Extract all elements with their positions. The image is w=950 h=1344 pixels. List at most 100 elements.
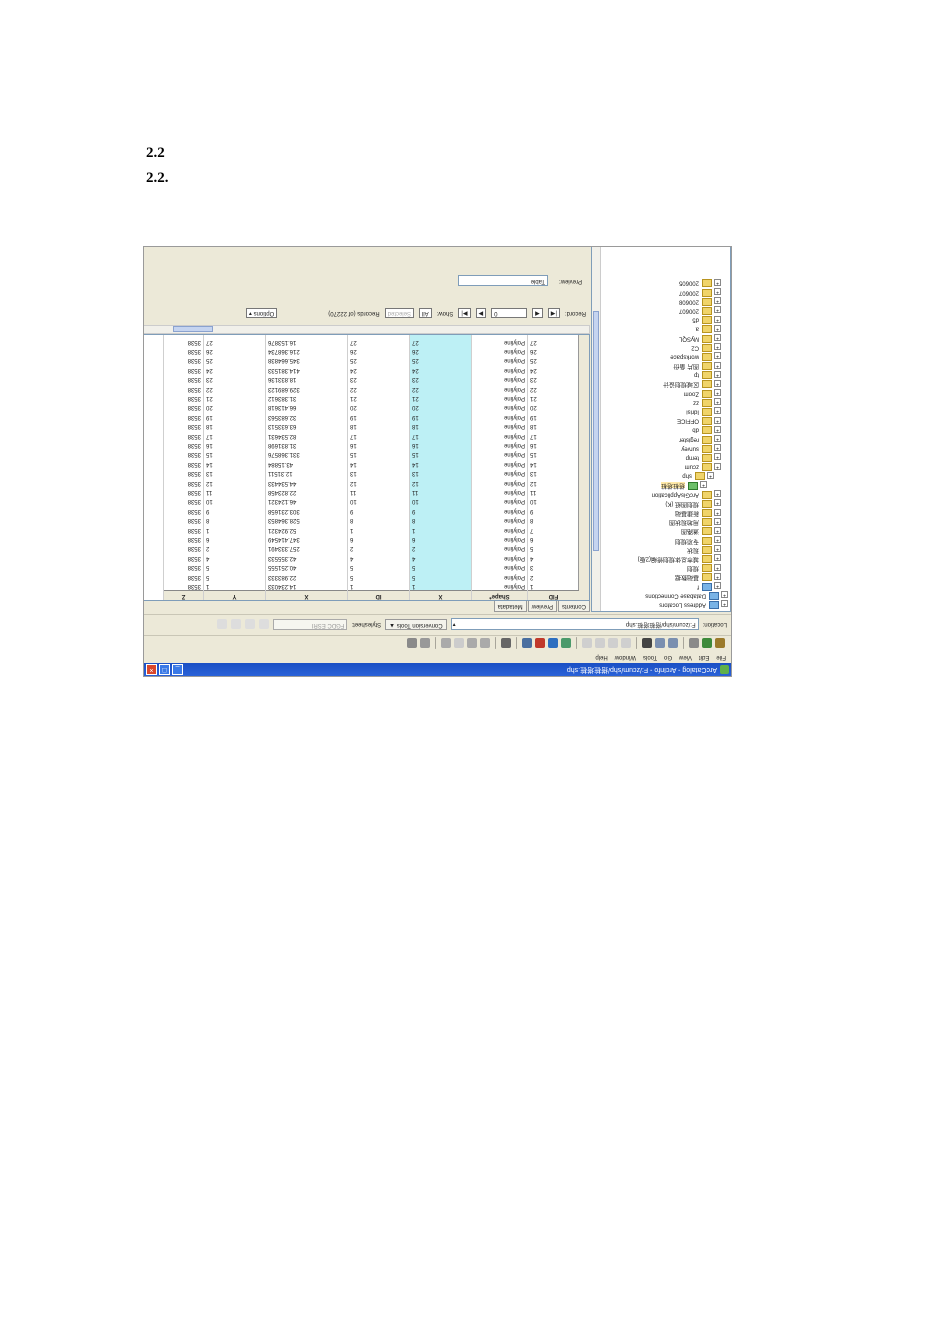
stylesheet-select[interactable]: FGDC ESRI xyxy=(273,619,348,630)
expand-icon[interactable]: + xyxy=(714,416,721,424)
table-cell[interactable]: 11 xyxy=(204,486,265,496)
expand-icon[interactable]: + xyxy=(714,333,721,341)
details-icon[interactable] xyxy=(595,638,605,649)
table-cell[interactable]: 21 xyxy=(410,392,471,402)
edit-metadata-icon[interactable] xyxy=(259,619,270,630)
table-cell[interactable]: 19 xyxy=(528,411,579,421)
conversion-tools-button[interactable]: Conversion Tools ▲ xyxy=(385,619,447,630)
table-cell[interactable]: 17 xyxy=(204,430,265,440)
table-cell[interactable]: 5 xyxy=(204,571,265,581)
table-cell[interactable]: 3538 xyxy=(164,486,203,496)
record-number-input[interactable]: 0 xyxy=(491,308,528,318)
table-cell[interactable]: 27 xyxy=(348,336,409,346)
table-cell[interactable]: 1 xyxy=(348,580,409,590)
table-cell[interactable]: 3538 xyxy=(164,430,203,440)
table-cell[interactable]: Polyline xyxy=(472,580,527,590)
table-cell[interactable]: 31.383612 xyxy=(266,392,347,402)
table-cell[interactable]: 8 xyxy=(348,515,409,525)
thumbnails-icon[interactable] xyxy=(582,638,592,649)
table-cell[interactable]: 3538 xyxy=(164,364,203,374)
table-cell[interactable]: 14.234033 xyxy=(266,580,347,590)
table-cell[interactable]: 3538 xyxy=(164,449,203,459)
table-scrollbar-thumb[interactable] xyxy=(173,326,213,332)
tree-item[interactable]: + MySQL xyxy=(601,333,728,343)
tree-item[interactable]: + temp xyxy=(601,453,728,462)
table-cell[interactable]: 3538 xyxy=(164,468,203,478)
table-cell[interactable]: 4 xyxy=(348,552,409,562)
expand-icon[interactable]: + xyxy=(714,352,721,360)
table-cell[interactable]: 9 xyxy=(410,505,471,515)
table-cell[interactable]: 1 xyxy=(348,524,409,534)
zoom-in-icon[interactable] xyxy=(480,638,490,649)
tree-item[interactable]: + OFFICE xyxy=(601,416,728,426)
table-cell[interactable]: Polyline xyxy=(472,402,527,412)
table-cell[interactable]: Polyline xyxy=(472,374,527,384)
table-cell[interactable]: 3538 xyxy=(164,392,203,402)
help-icon[interactable] xyxy=(407,638,417,649)
table-cell[interactable]: Polyline xyxy=(472,334,527,336)
table-cell[interactable]: 40.251555 xyxy=(266,562,347,572)
show-all-button[interactable]: All xyxy=(419,308,432,318)
tree-item[interactable]: + 新建基础 xyxy=(601,508,728,518)
preview-select[interactable]: Table xyxy=(458,275,548,286)
table-cell[interactable]: 3538 xyxy=(164,421,203,431)
tree-item[interactable]: + ArcGisApplication xyxy=(601,490,728,499)
table-cell[interactable]: 25 xyxy=(348,355,409,365)
tree-item[interactable]: + 道路图 xyxy=(601,526,728,536)
last-record-button[interactable]: ▶| xyxy=(458,308,471,318)
expand-icon[interactable]: + xyxy=(714,517,721,525)
table-cell[interactable]: 3538 xyxy=(164,439,203,449)
tree-item[interactable]: + shp xyxy=(601,471,728,481)
expand-icon[interactable]: + xyxy=(707,471,714,479)
table-cell[interactable]: 13 xyxy=(204,468,265,478)
tree-item[interactable]: + 区域规划设计 xyxy=(601,379,728,389)
attribute-table[interactable]: FID 1 2 3 4 5 6 7 8 9 10 11 12 13 14 15 16 17 18 19 20 21 22 23… xyxy=(143,334,590,601)
table-cell[interactable]: 22.983333 xyxy=(266,571,347,581)
tree-item[interactable]: +200607 xyxy=(601,287,728,297)
table-cell[interactable]: 11 xyxy=(348,486,409,496)
expand-icon[interactable]: + xyxy=(714,499,721,507)
expand-icon[interactable]: + xyxy=(714,306,721,314)
table-cell[interactable]: 22.823458 xyxy=(266,486,347,496)
table-cell[interactable]: 3538 xyxy=(164,580,203,590)
expand-icon[interactable]: + xyxy=(714,536,721,544)
delete-icon[interactable] xyxy=(642,638,652,649)
expand-icon[interactable]: + xyxy=(714,444,721,452)
column-header[interactable]: FID xyxy=(528,590,579,600)
table-cell[interactable]: 1 xyxy=(528,580,579,590)
table-cell[interactable]: 10 xyxy=(528,496,579,506)
table-cell[interactable]: 21 xyxy=(204,392,265,402)
table-cell[interactable]: 3538 xyxy=(164,571,203,581)
table-cell[interactable]: 8 xyxy=(410,515,471,525)
table-cell[interactable]: 24 xyxy=(348,364,409,374)
table-cell[interactable]: 528.364853 xyxy=(266,515,347,525)
table-cell[interactable]: 1 xyxy=(204,524,265,534)
table-cell[interactable]: 25 xyxy=(410,355,471,365)
table-cell[interactable]: 17 xyxy=(410,430,471,440)
table-cell[interactable]: Polyline xyxy=(472,505,527,515)
table-cell[interactable]: 2 xyxy=(204,543,265,553)
menu-item[interactable]: Go xyxy=(664,651,672,663)
expand-icon[interactable]: + xyxy=(714,526,721,534)
table-cell[interactable]: Polyline xyxy=(472,515,527,525)
expand-icon[interactable]: + xyxy=(700,480,707,488)
table-cell[interactable]: 3538 xyxy=(164,496,203,506)
table-cell[interactable]: 6 xyxy=(204,533,265,543)
expand-icon[interactable]: + xyxy=(714,361,721,369)
tree-item[interactable]: + Database Connections xyxy=(601,591,728,600)
tree-item[interactable]: + 专项规划 xyxy=(601,536,728,545)
table-cell[interactable]: 14 xyxy=(348,458,409,468)
table-cell[interactable]: 3538 xyxy=(164,477,203,487)
table-cell[interactable]: Polyline xyxy=(472,477,527,487)
tree-item[interactable]: + Address Locators xyxy=(601,600,728,609)
table-cell[interactable]: 3538 xyxy=(164,524,203,534)
table-cell[interactable]: 2 xyxy=(348,543,409,553)
table-cell[interactable]: 16 xyxy=(410,439,471,449)
next-record-button[interactable]: ▶ xyxy=(475,308,487,318)
menu-item[interactable]: Tools xyxy=(643,651,657,663)
table-cell[interactable]: 3538 xyxy=(164,562,203,572)
table-cell[interactable]: 26 xyxy=(204,345,265,355)
table-cell[interactable]: 6 xyxy=(528,533,579,543)
table-cell[interactable]: 18 xyxy=(410,421,471,431)
tree-item[interactable]: + 规划 xyxy=(601,563,728,573)
